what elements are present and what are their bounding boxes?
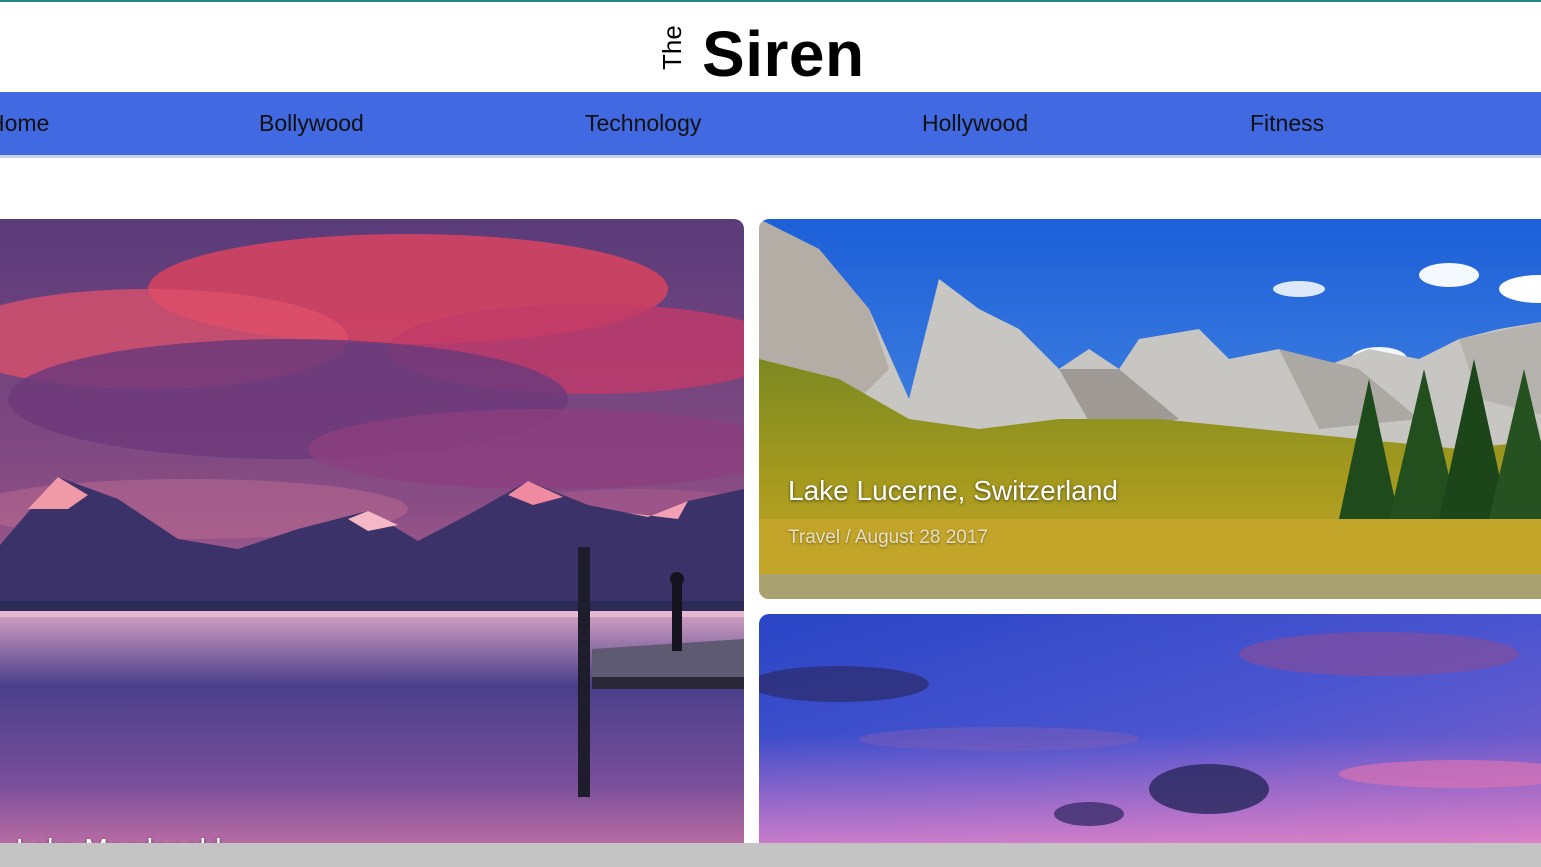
top-accent-line (0, 0, 1541, 2)
logo-prefix: The (657, 25, 687, 70)
nav-item-hollywood[interactable]: Hollywood (922, 92, 1028, 155)
site-logo[interactable]: The Siren (0, 18, 1541, 90)
post-card[interactable]: Lake Lucerne, Switzerland Travel / Augus… (759, 219, 1541, 599)
post-title[interactable]: Lake Lucerne, Switzerland (788, 475, 1118, 507)
horizontal-scrollbar[interactable] (0, 843, 1541, 867)
nav-item-technology[interactable]: Technology (585, 92, 701, 155)
nav-item-bollywood[interactable]: Bollywood (259, 92, 364, 155)
main-nav: Home Bollywood Technology Hollywood Fitn… (0, 92, 1541, 158)
post-card[interactable] (759, 614, 1541, 859)
purple-sky-image (759, 614, 1541, 859)
sunset-lake-mountains-image (0, 219, 744, 859)
nav-item-fitness[interactable]: Fitness (1250, 92, 1324, 155)
logo-name: Siren (702, 18, 865, 90)
featured-post-card[interactable]: Lake Macdonald (0, 219, 744, 859)
nav-item-home[interactable]: Home (0, 92, 49, 155)
post-meta: Travel / August 28 2017 (788, 527, 988, 548)
